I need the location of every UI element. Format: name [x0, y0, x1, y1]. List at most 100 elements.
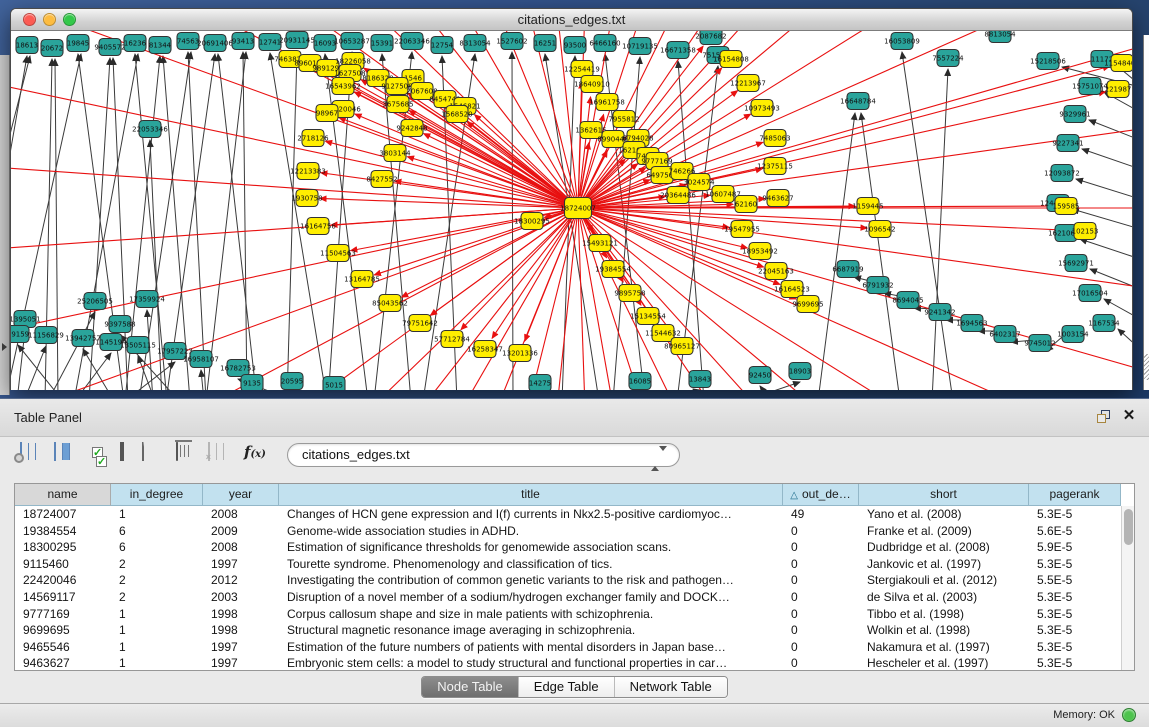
graph-node[interactable]: 9242848 — [396, 120, 427, 137]
network-window-titlebar[interactable]: citations_edges.txt — [11, 9, 1132, 31]
graph-node[interactable]: 22045163 — [758, 263, 794, 280]
graph-node[interactable]: 16671358 — [660, 42, 696, 59]
table-row[interactable]: 911546021997Tourette syndrome. Phenomeno… — [15, 556, 1134, 573]
graph-node[interactable]: 16093 — [314, 35, 336, 52]
column-header-short[interactable]: short — [859, 484, 1029, 506]
graph-node[interactable]: 18613 — [16, 37, 38, 54]
column-header-name[interactable]: name — [15, 484, 111, 506]
graph-node[interactable]: 20595 — [281, 373, 303, 390]
table-row[interactable]: 969969511998Structural magnetic resonanc… — [15, 622, 1134, 639]
column-header-in_degree[interactable]: in_degree — [111, 484, 203, 506]
graph-node[interactable]: 7955812 — [608, 111, 639, 128]
graph-node[interactable]: 1930758 — [291, 190, 322, 207]
graph-node[interactable]: 10719135 — [622, 38, 658, 55]
graph-node[interactable]: 81344 — [149, 37, 172, 54]
graph-node[interactable]: 7485063 — [759, 130, 790, 147]
tab-edge-table[interactable]: Edge Table — [518, 677, 614, 697]
graph-node[interactable]: 8694045 — [892, 292, 923, 309]
table-row[interactable]: 1830029562008Estimation of significance … — [15, 539, 1134, 556]
table-row[interactable]: 2242004622012Investigating the contribut… — [15, 572, 1134, 589]
graph-node[interactable]: 1694563 — [956, 315, 987, 332]
graph-node[interactable]: 16164756 — [300, 218, 336, 235]
graph-node[interactable]: 98967 — [316, 105, 338, 122]
graph-node[interactable]: 9329961 — [1059, 106, 1090, 123]
graph-node[interactable]: 102153 — [1072, 223, 1099, 240]
column-header-pagerank[interactable]: pagerank — [1029, 484, 1121, 506]
graph-node[interactable]: 19547955 — [724, 221, 760, 238]
graph-node[interactable]: 39159 — [11, 326, 29, 343]
graph-node[interactable]: 16251 — [534, 35, 556, 52]
graph-node[interactable]: 15692971 — [1058, 255, 1094, 272]
graph-node[interactable]: 8427552 — [366, 171, 397, 188]
graph-node[interactable]: 13164785 — [344, 271, 380, 288]
graph-node[interactable]: 9135 — [241, 375, 263, 391]
graph-node[interactable]: 17016504 — [1072, 285, 1108, 302]
graph-node[interactable]: 18903 — [789, 363, 811, 380]
table-row[interactable]: 946554611997Estimation of the future num… — [15, 639, 1134, 656]
graph-node[interactable]: 19845 — [67, 35, 89, 52]
column-header-title[interactable]: title — [279, 484, 783, 506]
graph-node[interactable]: 2718126 — [297, 130, 329, 147]
minimize-window-icon[interactable] — [43, 13, 56, 26]
select-rows-button[interactable]: ✓ ✓ — [88, 443, 116, 471]
expand-panel-arrow-icon[interactable] — [2, 343, 7, 351]
graph-node[interactable]: 93500 — [564, 37, 586, 54]
graph-node[interactable]: 16236 — [124, 35, 147, 52]
graph-node[interactable]: 16961758 — [589, 94, 625, 111]
graph-node[interactable]: 5015 — [323, 377, 345, 391]
graph-node[interactable]: 6791932 — [862, 277, 893, 294]
graph-node[interactable]: 9227341 — [1052, 135, 1083, 152]
graph-node[interactable]: 9745012 — [1024, 335, 1055, 352]
graph-node[interactable]: 6687919 — [832, 261, 863, 278]
control-panel-divider[interactable] — [0, 55, 10, 395]
graph-node[interactable]: 159585 — [1053, 198, 1080, 215]
column-header-out_de[interactable]: △out_de… — [783, 484, 859, 506]
graph-node[interactable]: 9895758 — [614, 285, 645, 302]
graph-node[interactable]: 8813054 — [984, 31, 1016, 43]
close-window-icon[interactable] — [23, 13, 36, 26]
graph-node[interactable]: 18724007 — [560, 198, 596, 219]
graph-node[interactable]: 25206505 — [77, 293, 113, 310]
graph-node[interactable]: 62160 — [735, 196, 757, 213]
table-settings-button[interactable] — [20, 443, 48, 471]
graph-node[interactable]: 20691406 — [197, 35, 233, 52]
graph-node[interactable]: 20672 — [41, 40, 63, 57]
graph-node[interactable]: 9405572 — [94, 39, 125, 56]
graph-node[interactable]: 10973493 — [744, 100, 780, 117]
table-row[interactable]: 1456911722003Disruption of a novel membe… — [15, 589, 1134, 606]
float-panel-button[interactable] — [1097, 410, 1111, 424]
graph-node[interactable]: 16648784 — [840, 93, 876, 110]
graph-node[interactable]: 12754 — [431, 37, 454, 54]
table-row[interactable]: 1872400712008Changes of HCN gene express… — [15, 506, 1134, 523]
graph-node[interactable]: 9241342 — [924, 304, 955, 321]
graph-node[interactable]: 74563 — [177, 33, 199, 50]
tab-node-table[interactable]: Node Table — [422, 677, 518, 697]
tab-network-table[interactable]: Network Table — [614, 677, 727, 697]
graph-node[interactable]: 3675685 — [382, 96, 413, 113]
close-panel-button[interactable]: ✕ — [1121, 408, 1137, 424]
table-scrollbar[interactable] — [1121, 506, 1134, 670]
graph-node[interactable]: 12375115 — [757, 158, 793, 175]
background-window-edge[interactable] — [1143, 35, 1149, 390]
graph-node[interactable]: 1527602 — [496, 33, 527, 50]
graph-node[interactable]: 1568520 — [441, 106, 472, 123]
graph-node[interactable]: 12093872 — [1044, 165, 1080, 182]
graph-node[interactable]: 11156829 — [28, 327, 64, 344]
graph-node[interactable]: 13201336 — [502, 345, 538, 362]
graph-node[interactable]: 93413 — [232, 33, 254, 50]
resize-grip-icon[interactable] — [1144, 354, 1149, 380]
graph-node[interactable]: 1003154 — [1057, 326, 1089, 343]
graph-node[interactable]: 12213383 — [290, 163, 326, 180]
graph-node[interactable]: 12213967 — [730, 75, 766, 92]
graph-node[interactable]: 16053809 — [884, 33, 920, 50]
delete-table-button[interactable]: × — [208, 443, 236, 471]
graph-node[interactable]: 13843 — [689, 371, 711, 388]
graph-node[interactable]: 9397588 — [104, 316, 135, 333]
table-selector-dropdown[interactable]: citations_edges.txt — [287, 443, 680, 467]
table-row[interactable]: 1938455462009Genome-wide association stu… — [15, 523, 1134, 540]
graph-node[interactable]: 16085 — [629, 373, 651, 390]
graph-node[interactable]: 20931145 — [279, 32, 315, 49]
graph-node[interactable]: 92450 — [749, 367, 771, 384]
table-row[interactable]: 977716911998Corpus callosum shape and si… — [15, 606, 1134, 623]
graph-node[interactable]: 15218506 — [1030, 53, 1066, 70]
